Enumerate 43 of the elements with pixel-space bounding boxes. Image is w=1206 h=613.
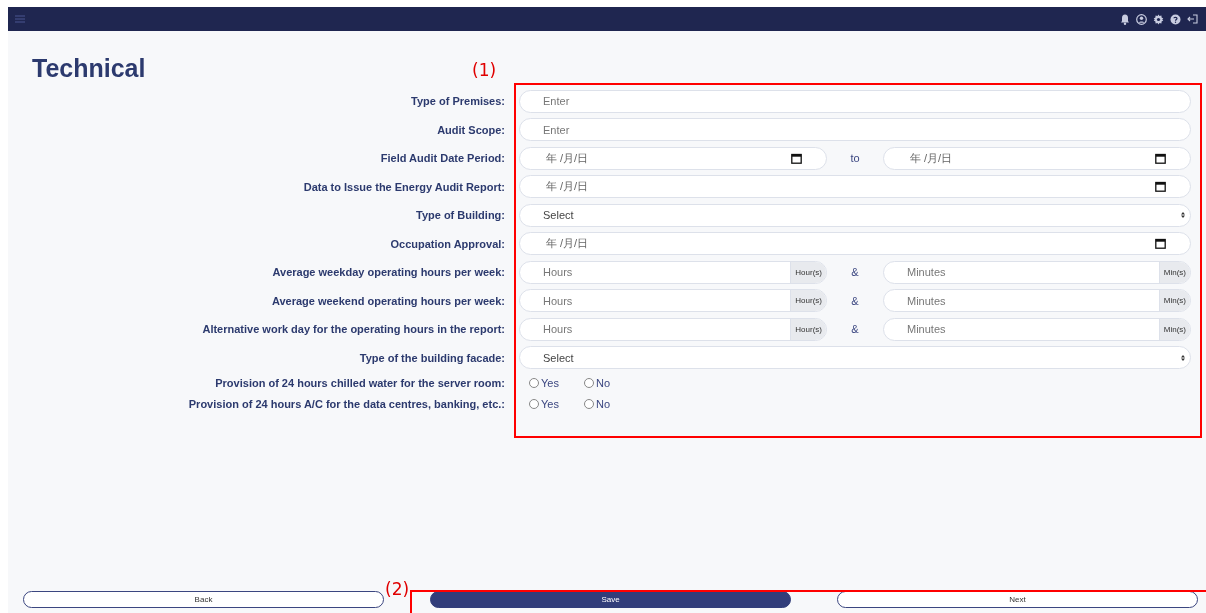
sort-arrows-icon bbox=[1181, 354, 1185, 361]
radio-option[interactable]: No bbox=[583, 397, 610, 410]
annotation-label: (1) bbox=[472, 60, 497, 80]
radio-option[interactable]: Yes bbox=[529, 376, 559, 389]
date-field[interactable]: 年 /月/日 bbox=[519, 175, 1191, 199]
field-label: Field Audit Date Period: bbox=[380, 151, 505, 167]
radio-option[interactable]: No bbox=[583, 376, 610, 389]
calendar-icon[interactable] bbox=[791, 152, 802, 164]
field-label: Data to Issue the Energy Audit Report: bbox=[303, 179, 505, 195]
annotation-label: (2) bbox=[385, 579, 410, 599]
field-label: Alternative work day for the operating hours in the report: bbox=[202, 322, 505, 338]
logout-icon[interactable] bbox=[1187, 14, 1198, 24]
field-label: Average weekend operating hours per week: bbox=[271, 293, 505, 309]
separator-text: & bbox=[850, 323, 860, 336]
separator-text: to bbox=[849, 152, 861, 165]
field-label: Occupation Approval: bbox=[390, 236, 505, 252]
field-label: Type of Building: bbox=[416, 208, 505, 224]
calendar-icon[interactable] bbox=[1155, 181, 1166, 193]
action-button[interactable]: Back bbox=[23, 591, 384, 608]
field-label: Provision of 24 hours chilled water for the server room: bbox=[215, 375, 505, 391]
calendar-icon[interactable] bbox=[1155, 152, 1166, 164]
radio-option[interactable]: Yes bbox=[529, 397, 559, 410]
calendar-icon[interactable] bbox=[1155, 238, 1166, 250]
separator-text: & bbox=[850, 294, 860, 307]
select-dropdown[interactable]: Select bbox=[519, 203, 1191, 227]
field-label: Audit Scope: bbox=[437, 122, 505, 138]
page-title: Technical bbox=[32, 53, 146, 83]
separator-text: & bbox=[850, 266, 860, 279]
settings-icon[interactable] bbox=[1153, 13, 1164, 25]
field-label: Type of Premises: bbox=[411, 94, 505, 110]
help-icon[interactable] bbox=[1170, 13, 1181, 25]
input-field[interactable]: Enter bbox=[519, 118, 1191, 142]
select-dropdown[interactable]: Select bbox=[519, 346, 1191, 370]
date-field[interactable]: 年 /月/日 bbox=[519, 232, 1191, 256]
field-label: Average weekday operating hours per week: bbox=[272, 265, 505, 281]
date-field[interactable]: 年 /月/日 bbox=[519, 146, 827, 170]
field-label: Provision of 24 hours A/C for the data centres, banking, etc.: bbox=[188, 396, 505, 412]
date-field[interactable]: 年 /月/日 bbox=[883, 146, 1191, 170]
user-icon[interactable] bbox=[1136, 13, 1147, 25]
field-label: Type of the building facade: bbox=[359, 350, 505, 366]
input-field[interactable]: Enter bbox=[519, 89, 1191, 113]
sort-arrows-icon bbox=[1181, 212, 1185, 219]
bell-icon[interactable] bbox=[1120, 13, 1130, 25]
